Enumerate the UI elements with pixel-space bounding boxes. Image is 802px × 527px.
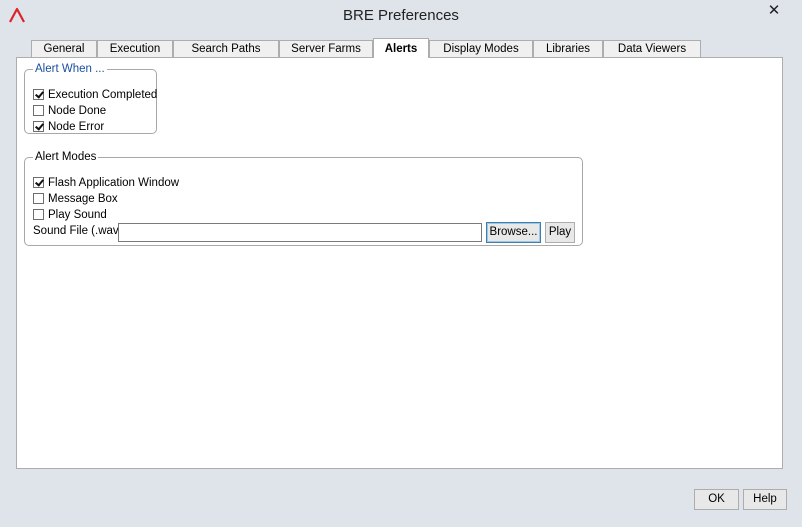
window-title: BRE Preferences	[343, 7, 459, 24]
tab-execution[interactable]: Execution	[97, 40, 173, 57]
alerts-panel: Alert When ... Execution Completed Node …	[16, 57, 783, 469]
checkbox-box[interactable]	[33, 121, 44, 132]
tab-alerts[interactable]: Alerts	[373, 38, 429, 58]
tab-data-viewers[interactable]: Data Viewers	[603, 40, 701, 57]
tab-server-farms[interactable]: Server Farms	[279, 40, 373, 57]
checkbox-box[interactable]	[33, 209, 44, 220]
tab-display-modes[interactable]: Display Modes	[429, 40, 533, 57]
checkbox-label: Play Sound	[48, 208, 107, 221]
checkbox-label: Flash Application Window	[48, 176, 180, 189]
checkbox-label: Execution Completed	[48, 88, 158, 101]
alert-when-legend: Alert When ...	[35, 63, 105, 75]
checkbox-box[interactable]	[33, 177, 44, 188]
alert-modes-group: Alert Modes Flash Application Window Mes…	[24, 151, 583, 246]
checkbox-message-box[interactable]: Message Box	[33, 191, 118, 206]
ok-button[interactable]: OK	[694, 489, 739, 510]
checkbox-node-done[interactable]: Node Done	[33, 103, 106, 118]
sound-file-label: Sound File (.wav):	[33, 225, 126, 237]
checkbox-label: Message Box	[48, 192, 118, 205]
play-button[interactable]: Play	[545, 222, 575, 243]
checkbox-flash-window[interactable]: Flash Application Window	[33, 175, 179, 190]
tab-general[interactable]: General	[31, 40, 97, 57]
close-icon: ✕	[767, 2, 781, 19]
checkbox-box[interactable]	[33, 89, 44, 100]
browse-button[interactable]: Browse...	[486, 222, 541, 243]
checkbox-node-error[interactable]: Node Error	[33, 119, 104, 134]
tab-search-paths[interactable]: Search Paths	[173, 40, 279, 57]
checkbox-box[interactable]	[33, 193, 44, 204]
checkbox-label: Node Error	[48, 120, 105, 133]
sound-file-input[interactable]	[118, 223, 482, 242]
checkbox-label: Node Done	[48, 104, 107, 117]
checkbox-box[interactable]	[33, 105, 44, 116]
help-button[interactable]: Help	[743, 489, 787, 510]
checkbox-play-sound[interactable]: Play Sound	[33, 207, 107, 222]
alert-when-group: Alert When ... Execution Completed Node …	[24, 63, 157, 134]
tab-libraries[interactable]: Libraries	[533, 40, 603, 57]
title-bar: BRE Preferences ✕	[0, 0, 802, 31]
checkbox-execution-completed[interactable]: Execution Completed	[33, 87, 157, 102]
close-button[interactable]: ✕	[754, 1, 794, 21]
alert-modes-legend: Alert Modes	[35, 151, 97, 163]
